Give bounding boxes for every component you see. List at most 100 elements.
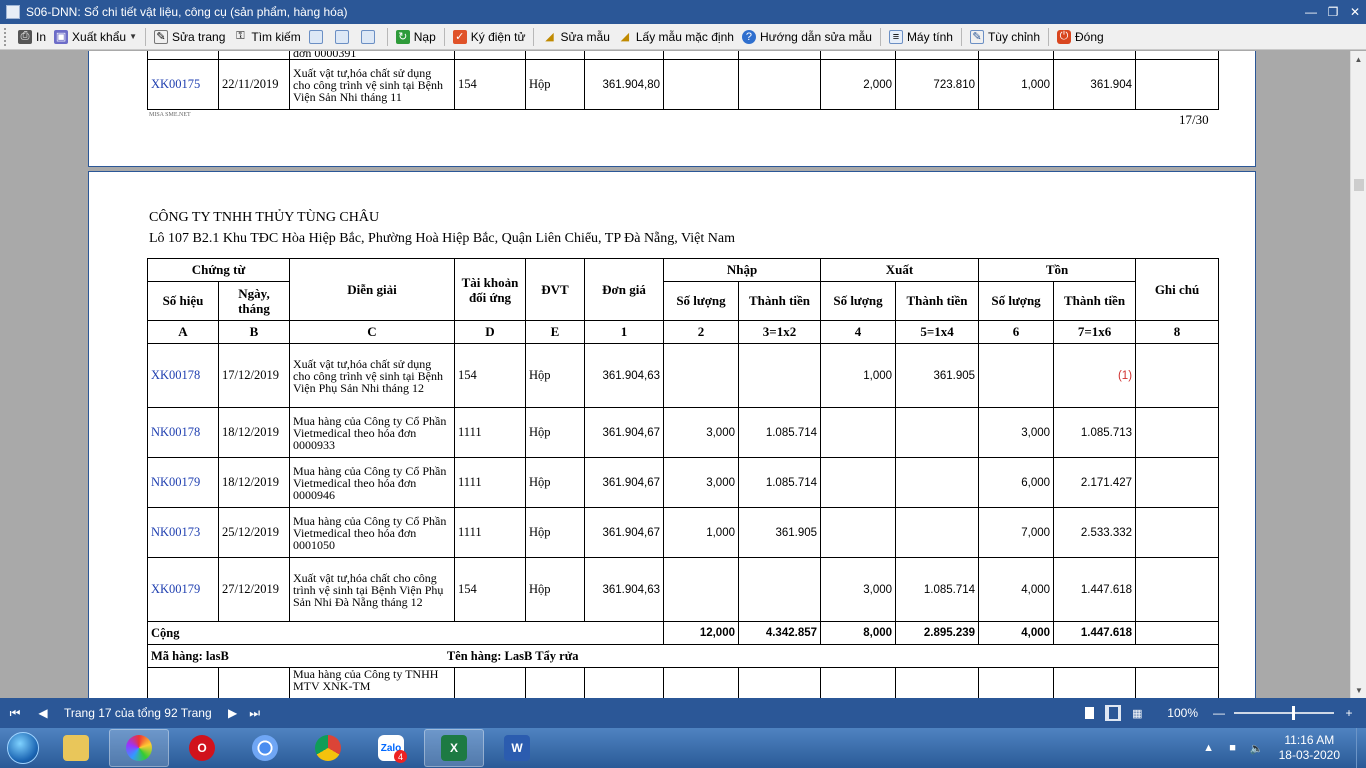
note-cell [1135, 407, 1220, 458]
single-page-view-icon[interactable] [1081, 705, 1097, 721]
calculator-button[interactable]: ≡ Máy tính [885, 26, 957, 48]
first-page-icon[interactable]: ⏮ [4, 702, 26, 724]
header-so-hieu: Số hiệu [147, 281, 219, 321]
table-row: XK00178 17/12/2019 Xuất vật tư,hóa chất … [147, 343, 1220, 408]
zoom-level: 100% [1167, 706, 1198, 720]
excel-icon: X [441, 735, 467, 761]
note-cell [1135, 507, 1220, 558]
view-single-page-button[interactable] [305, 26, 331, 48]
customize-icon: ✎ [969, 29, 984, 44]
note-cell [1135, 457, 1220, 508]
table-row: XK00179 27/12/2019 Xuất vật tư,hóa chất … [147, 557, 1220, 622]
report-viewer[interactable]: đơn 0000391 XK00175 22/11/2019 Xuất vật … [0, 51, 1350, 698]
scroll-thumb[interactable] [1354, 179, 1364, 191]
template-help-button[interactable]: ? Hướng dẫn sửa mẫu [738, 26, 876, 48]
taskbar-app-zalo[interactable]: Zalo 4 [361, 729, 421, 767]
desc-cell: Xuất vật tư,hóa chất cho công trình vệ s… [289, 557, 455, 622]
in-amount-cell [737, 557, 822, 622]
date-cell: 18/12/2019 [218, 407, 290, 458]
reload-button[interactable]: ↻ Nạp [392, 26, 440, 48]
chevron-down-icon: ▼ [129, 32, 137, 41]
export-button[interactable]: ▣ Xuất khẩu ▼ [50, 26, 141, 48]
search-button[interactable]: ⚿ Tìm kiếm [229, 26, 304, 48]
doc-link[interactable]: NK00178 [151, 425, 200, 439]
table-row: NK00178 18/12/2019 Mua hàng của Công ty … [147, 407, 1220, 458]
balance-amount-cell: 2.171.427 [1053, 457, 1137, 508]
multi-page-view-icon[interactable]: ▦ [1129, 705, 1145, 721]
header-ton: Tồn [978, 258, 1137, 282]
taskbar-app-explorer[interactable] [46, 729, 106, 767]
doc-link[interactable]: XK00178 [151, 368, 200, 382]
balance-amount-cell: 1.085.713 [1053, 407, 1137, 458]
toolbar-grip [4, 27, 8, 46]
balance-qty-cell: 6,000 [978, 457, 1055, 508]
scroll-up-icon[interactable]: ▲ [1351, 51, 1366, 67]
view-page-width-button[interactable] [331, 26, 357, 48]
out-amount-cell: 723.810 [895, 59, 979, 110]
zoom-in-icon[interactable]: + [1342, 706, 1356, 720]
doc-link[interactable]: XK00179 [151, 582, 200, 596]
doc-link[interactable]: XK00175 [151, 77, 200, 91]
network-icon[interactable]: ■ [1225, 740, 1241, 756]
table-row: đơn 0000391 [147, 51, 1219, 60]
minimize-button[interactable]: — [1300, 3, 1322, 21]
scroll-down-icon[interactable]: ▼ [1351, 682, 1366, 698]
continuous-view-icon[interactable] [1105, 705, 1122, 721]
tray-expand-icon[interactable]: ▲ [1201, 740, 1217, 756]
code-cell: 4 [820, 320, 897, 344]
show-desktop-button[interactable] [1356, 728, 1366, 768]
in-amount-cell: 361.905 [737, 507, 822, 558]
company-address: Lô 107 B2.1 Khu TĐC Hòa Hiệp Bắc, Phường… [149, 231, 735, 246]
header-dvt: ĐVT [525, 258, 585, 321]
unit-cell: Hộp [525, 557, 585, 622]
in-amount-cell: 1.085.714 [737, 457, 822, 508]
close-button[interactable]: ⏻ Đóng [1053, 26, 1108, 48]
in-qty-cell: 3,000 [663, 457, 739, 508]
doc-link[interactable]: NK00173 [151, 525, 200, 539]
clock[interactable]: 11:16 AM 18-03-2020 [1279, 733, 1340, 763]
taskbar-app-chrome[interactable] [298, 729, 358, 767]
desc-cell: Mua hàng của Công ty Cổ Phần Vietmedical… [289, 407, 455, 458]
zoom-out-icon[interactable]: — [1212, 706, 1226, 720]
close-icon: ⏻ [1057, 29, 1071, 44]
out-qty-cell [820, 507, 897, 558]
chromium-icon [252, 735, 278, 761]
next-page-icon[interactable]: ▶ [222, 702, 244, 724]
header-dien-giai: Diễn giải [289, 258, 455, 321]
taskbar-app-word[interactable]: W [487, 729, 547, 767]
in-amount-cell [737, 343, 822, 408]
doc-link[interactable]: NK00179 [151, 475, 200, 489]
print-button[interactable]: ⎙ In [14, 26, 50, 48]
account-cell: 154 [454, 59, 526, 110]
prev-page-icon[interactable]: ◀ [32, 702, 54, 724]
volume-icon[interactable]: 🔈 [1249, 740, 1265, 756]
item-info: Mã hàng: lasB Tên hàng: LasB Tẩy rửa [146, 644, 1220, 668]
view-whole-page-button[interactable] [357, 26, 383, 48]
taskbar-app-excel[interactable]: X [424, 729, 484, 767]
taskbar-app-chromium[interactable] [235, 729, 295, 767]
desc-cell: Mua hàng của Công ty Cổ Phần Vietmedical… [289, 457, 455, 508]
zoom-slider[interactable] [1234, 706, 1334, 720]
digital-sign-button[interactable]: ✓ Ký điện tử [449, 26, 530, 48]
in-amount-cell [738, 59, 821, 110]
header-nhap-so-luong: Số lượng [663, 281, 739, 321]
close-window-button[interactable]: ✕ [1344, 3, 1366, 21]
last-page-icon[interactable]: ⏭ [244, 702, 266, 724]
default-template-button[interactable]: ◢ Lấy mẫu mặc định [614, 26, 738, 48]
start-button[interactable] [0, 728, 46, 768]
taskbar-app-picasa[interactable] [109, 729, 169, 767]
taskbar-app-opera[interactable]: O [172, 729, 232, 767]
account-cell: 1111 [454, 507, 526, 558]
vertical-scrollbar[interactable]: ▲ ▼ [1350, 51, 1366, 698]
edit-template-button[interactable]: ◢ Sửa mẫu [538, 26, 613, 48]
restore-button[interactable]: ❐ [1322, 3, 1344, 21]
window-title: S06-DNN: Sổ chi tiết vật liệu, công cụ (… [26, 5, 348, 19]
item-code: lasB [205, 648, 229, 663]
header-ngay-thang: Ngày, tháng [218, 281, 290, 321]
customize-button[interactable]: ✎ Tùy chỉnh [966, 26, 1044, 48]
balance-amount-cell: (1) [1053, 343, 1137, 408]
edit-page-button[interactable]: ✎ Sửa trang [150, 26, 229, 48]
zoom-slider-knob[interactable] [1292, 706, 1295, 720]
unit-cell: Hộp [525, 343, 585, 408]
desc-cell: Mua hàng của Công ty TNHH MTV XNK-TM [289, 667, 455, 698]
